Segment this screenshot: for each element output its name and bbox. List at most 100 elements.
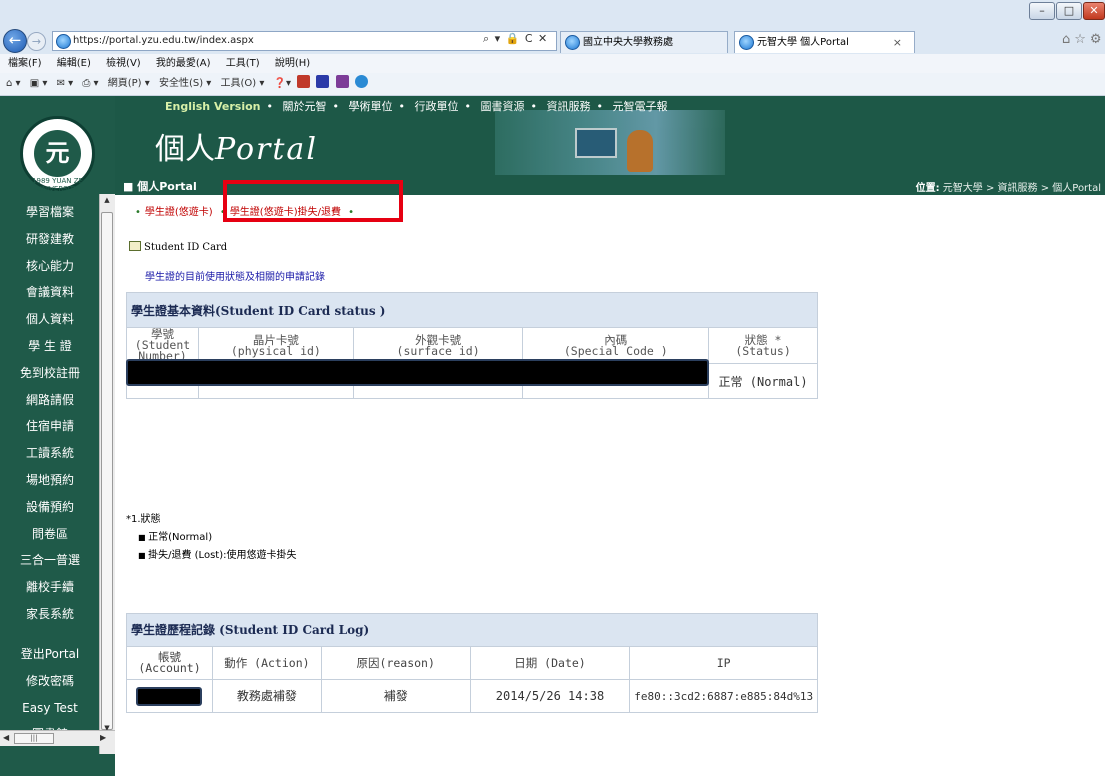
maximize-button[interactable]: □ bbox=[1056, 2, 1082, 20]
university-logo: 元 1989 YUAN ZE UNIVERSITY bbox=[20, 116, 95, 193]
sidebar-item[interactable]: 研發建教 bbox=[0, 226, 100, 253]
student-id-card-heading: Student ID Card bbox=[129, 241, 227, 253]
tools-menu[interactable]: 工具(O) ▾ bbox=[221, 73, 265, 95]
date-cell: 2014/5/26 14:38 bbox=[469, 679, 631, 713]
forward-button[interactable]: → bbox=[27, 32, 46, 51]
scroll-right-icon[interactable]: ▶ bbox=[100, 733, 106, 742]
sidebar-bottom-item[interactable]: 登出Portal bbox=[0, 641, 100, 668]
sidebar-item[interactable]: 學 生 證 bbox=[0, 333, 100, 360]
sidebar-item[interactable]: 家長系統 bbox=[0, 601, 100, 628]
photo-monitor bbox=[575, 128, 617, 158]
addon-red-icon[interactable] bbox=[297, 75, 311, 88]
sidebar-item[interactable]: 設備預約 bbox=[0, 494, 100, 521]
ie-page-icon bbox=[56, 34, 71, 49]
scrollbar-thumb[interactable] bbox=[101, 212, 113, 730]
tab-ncu-academic[interactable]: 國立中央大學教務處 bbox=[560, 31, 728, 53]
tab-yzu-portal[interactable]: 元智大學 個人Portal × bbox=[734, 31, 915, 53]
status-table-title: 學生證基本資料(Student ID Card status ) bbox=[126, 292, 818, 328]
table-row: 教務處補發 補發 2014/5/26 14:38 fe80::3cd2:6887… bbox=[126, 679, 818, 713]
onenote-icon[interactable] bbox=[335, 75, 349, 88]
student-id-card-description: 學生證的目前使用狀態及相關的申請記錄 bbox=[145, 272, 325, 283]
tab-label: 元智大學 個人Portal bbox=[757, 37, 849, 48]
menu-view[interactable]: 檢視(V) bbox=[106, 54, 141, 73]
back-arrow-icon: ← bbox=[8, 31, 22, 49]
logo-emblem: 元 bbox=[34, 130, 81, 177]
log-table: 學生證歷程記錄 (Student ID Card Log) 帳號 (Account… bbox=[126, 613, 818, 713]
skype-icon[interactable] bbox=[354, 75, 368, 88]
sidebar-item[interactable]: 問卷區 bbox=[0, 521, 100, 548]
sidebar-item[interactable]: 免到校註冊 bbox=[0, 360, 100, 387]
sidebar-item[interactable]: 學習檔案 bbox=[0, 199, 100, 226]
page: 元 1989 YUAN ZE UNIVERSITY 學習檔案 研發建教 核心能力 會議… bbox=[0, 96, 1105, 776]
page-menu[interactable]: 網頁(P) ▾ bbox=[108, 73, 150, 95]
sidebar-item[interactable]: 核心能力 bbox=[0, 253, 100, 280]
sidebar-item[interactable]: 場地預約 bbox=[0, 467, 100, 494]
nav-admin[interactable]: 行政單位 bbox=[414, 100, 458, 113]
nav-info-services[interactable]: 資訊服務 bbox=[546, 100, 590, 113]
sidebar-bottom-item[interactable]: Easy Test bbox=[0, 695, 100, 722]
favorites-star-icon[interactable]: ☆ bbox=[1074, 32, 1090, 47]
help-icon[interactable]: ❓▾ bbox=[274, 73, 291, 95]
col-status: 狀態 * (Status) bbox=[708, 327, 818, 364]
close-window-button[interactable]: ✕ bbox=[1083, 2, 1105, 20]
menu-file[interactable]: 檔案(F) bbox=[8, 54, 42, 73]
col-action: 動作 (Action) bbox=[211, 646, 322, 680]
safety-menu[interactable]: 安全性(S) ▾ bbox=[159, 73, 211, 95]
note-item: 正常(Normal) bbox=[138, 529, 296, 547]
home-icon[interactable]: ⌂ bbox=[1062, 32, 1074, 47]
redacted-block bbox=[126, 359, 709, 386]
nav-english-version[interactable]: English Version bbox=[165, 100, 260, 113]
scroll-left-icon[interactable]: ◀ bbox=[3, 733, 9, 742]
feeds-icon[interactable]: ▣ ▾ bbox=[30, 73, 48, 95]
home-icon[interactable]: ⌂ ▾ bbox=[6, 73, 21, 95]
gear-icon[interactable]: ⚙ bbox=[1090, 32, 1105, 47]
log-table-title: 學生證歷程記錄 (Student ID Card Log) bbox=[126, 613, 818, 647]
address-controls[interactable]: ⌕ ▾ 🔒 C ✕ bbox=[483, 32, 548, 46]
status-value: 正常 (Normal) bbox=[708, 363, 818, 399]
link-student-card[interactable]: 學生證(悠遊卡) bbox=[145, 207, 213, 218]
sidebar-item[interactable]: 離校手續 bbox=[0, 574, 100, 601]
status-notes: *1.狀態 正常(Normal) 掛失/退費 (Lost):使用悠遊卡掛失 bbox=[126, 511, 296, 565]
account-cell bbox=[126, 679, 213, 713]
minimize-button[interactable]: – bbox=[1029, 2, 1055, 20]
portal-title: 個人Portal bbox=[155, 132, 318, 167]
sidebar-item[interactable]: 網路請假 bbox=[0, 387, 100, 414]
sidebar: 元 1989 YUAN ZE UNIVERSITY 學習檔案 研發建教 核心能力 會議… bbox=[0, 96, 115, 776]
menu-tools[interactable]: 工具(T) bbox=[226, 54, 260, 73]
sidebar-item[interactable]: 個人資料 bbox=[0, 306, 100, 333]
scroll-up-icon[interactable]: ▲ bbox=[101, 196, 113, 208]
sidebar-item[interactable]: 三合一普選 bbox=[0, 547, 100, 574]
menu-bar: 檔案(F) 編輯(E) 檢視(V) 我的最愛(A) 工具(T) 說明(H) bbox=[0, 54, 1105, 73]
hscroll-thumb[interactable]: ||| bbox=[14, 733, 54, 744]
sidebar-item[interactable]: 會議資料 bbox=[0, 279, 100, 306]
sidebar-menu: 學習檔案 研發建教 核心能力 會議資料 個人資料學 生 證免到校註冊 網路請假 住宿申請 工讀… bbox=[0, 199, 100, 628]
top-nav: English Version • 關於元智 • 學術單位 • 行政單位 • 圖書資源 •… bbox=[165, 100, 668, 113]
col-ip: IP bbox=[629, 646, 818, 680]
ie-tab-icon bbox=[565, 35, 580, 50]
section-title: ■ 個人Portal bbox=[123, 180, 197, 193]
sidebar-item[interactable]: 住宿申請 bbox=[0, 413, 100, 440]
breadcrumb: 位置: 元智大學 > 資訊服務 > 個人Portal bbox=[915, 183, 1101, 194]
menu-edit[interactable]: 編輯(E) bbox=[57, 54, 91, 73]
address-bar[interactable]: https://portal.yzu.edu.tw/index.aspx bbox=[52, 31, 557, 51]
address-url: https://portal.yzu.edu.tw/index.aspx bbox=[73, 35, 254, 46]
ie-tab-icon bbox=[739, 35, 754, 50]
nav-enews[interactable]: 元智電子報 bbox=[612, 100, 667, 113]
forward-arrow-icon: → bbox=[31, 35, 42, 48]
nav-academic[interactable]: 學術單位 bbox=[348, 100, 392, 113]
addon-blue-icon[interactable] bbox=[316, 75, 330, 88]
nav-about[interactable]: 關於元智 bbox=[282, 100, 326, 113]
mail-icon[interactable]: ✉ ▾ bbox=[57, 73, 74, 95]
nav-library[interactable]: 圖書資源 bbox=[480, 100, 524, 113]
sidebar-bottom-item[interactable]: 修改密碼 bbox=[0, 668, 100, 695]
menu-help[interactable]: 說明(H) bbox=[275, 54, 310, 73]
menu-favorites[interactable]: 我的最愛(A) bbox=[156, 54, 211, 73]
sidebar-item[interactable]: 工讀系統 bbox=[0, 440, 100, 467]
back-button[interactable]: ← bbox=[3, 29, 27, 53]
ip-cell: fe80::3cd2:6887:e885:84d%13 bbox=[629, 679, 818, 713]
horizontal-scrollbar[interactable]: ◀ ||| ▶ bbox=[0, 730, 115, 746]
browser-right-icons: ⌂☆⚙ bbox=[1062, 32, 1105, 47]
print-icon[interactable]: ⎙ ▾ bbox=[82, 73, 98, 95]
close-tab-icon[interactable]: × bbox=[893, 32, 902, 53]
logo-year: 1989 YUAN ZE UNIVERSITY bbox=[32, 177, 83, 193]
